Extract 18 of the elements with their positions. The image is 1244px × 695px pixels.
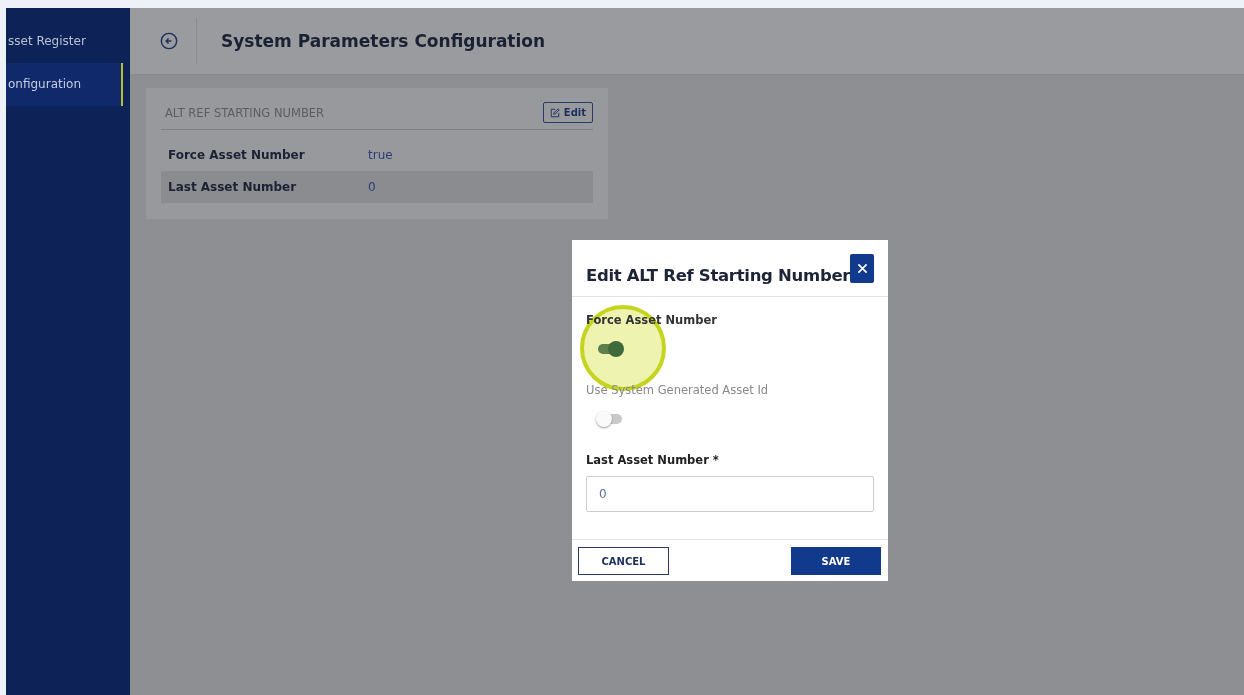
close-icon bbox=[856, 262, 868, 274]
row-label: Last Asset Number bbox=[168, 180, 298, 194]
row-value: 0 bbox=[368, 180, 376, 194]
page-title: System Parameters Configuration bbox=[221, 31, 546, 51]
row-value: true bbox=[368, 148, 393, 162]
save-button[interactable]: SAVE bbox=[791, 547, 881, 575]
sidebar-item[interactable]: sset Register bbox=[6, 20, 130, 63]
field-label: Last Asset Number * bbox=[586, 453, 720, 467]
dialog-title: Edit ALT Ref Starting Number bbox=[586, 265, 851, 285]
close-button[interactable] bbox=[850, 253, 874, 283]
input-field[interactable]: 0 bbox=[586, 476, 874, 512]
back-icon[interactable] bbox=[160, 32, 178, 50]
edit-icon bbox=[549, 107, 560, 118]
row-label: Force Asset Number bbox=[168, 148, 306, 162]
card-title: ALT REF STARTING NUMBER bbox=[164, 105, 325, 120]
edit-button[interactable]: Edit bbox=[542, 102, 593, 123]
cancel-button[interactable]: CANCEL bbox=[578, 547, 669, 575]
sidebar-item[interactable]: onfiguration bbox=[6, 63, 123, 106]
